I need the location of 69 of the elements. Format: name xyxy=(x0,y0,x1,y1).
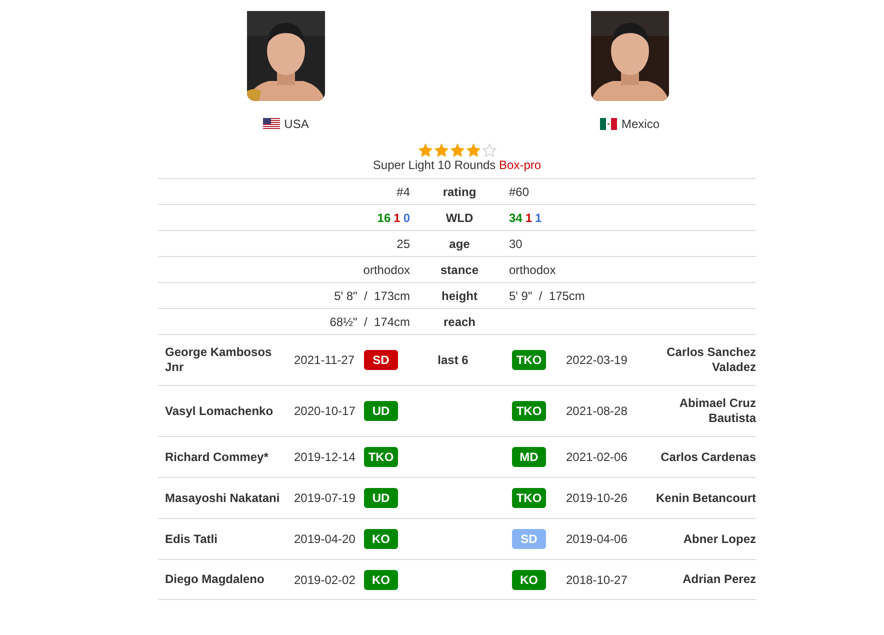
star-icon xyxy=(482,143,496,158)
fight-date: 2021-11-27 xyxy=(294,353,356,367)
opponent-name: George Kambosos Jnr xyxy=(164,345,273,375)
opponent-name: Richard Commey* xyxy=(164,450,270,464)
opponent-name: Carlos Cardenas xyxy=(660,450,756,464)
result-badge: SD xyxy=(364,350,398,370)
stat-label: stance xyxy=(439,262,480,276)
fight-date: 2019-12-14 xyxy=(294,450,356,464)
opponent-name: Abimael Cruz Bautista xyxy=(678,396,756,426)
stat-label: reach xyxy=(442,314,477,328)
result-badge: TKO xyxy=(364,447,398,467)
opponent-name: Masayoshi Nakatani xyxy=(164,490,281,506)
stat-value: orthodox xyxy=(509,262,557,276)
stat-value: 68½" / 174cm xyxy=(328,314,410,328)
flag-icon xyxy=(600,118,618,130)
result-badge: UD xyxy=(364,401,398,421)
fight-date: 2019-07-19 xyxy=(294,491,356,505)
result-badge: TKO xyxy=(512,401,546,421)
country-name: USA xyxy=(284,117,309,131)
losses-count: 1 xyxy=(394,210,400,224)
star-icon xyxy=(418,143,432,158)
draws-count: 1 xyxy=(535,210,542,224)
result-badge: SD xyxy=(512,529,546,549)
stat-value: 25 xyxy=(396,236,410,250)
fight-date: 2019-04-06 xyxy=(565,532,628,546)
wins-count: 16 xyxy=(377,210,391,224)
result-badge: TKO xyxy=(512,488,546,508)
opponent-name: Diego Magdaleno xyxy=(164,572,266,587)
stat-value: orthodox xyxy=(362,262,410,276)
opponent-name: Carlos Sanchez Valadez xyxy=(666,345,756,375)
opponent-name: Edis Tatli xyxy=(164,532,218,546)
star-icon xyxy=(434,143,448,158)
fight-date: 2020-10-17 xyxy=(294,404,356,418)
fight-date: 2018-10-27 xyxy=(565,572,628,586)
fight-date: 2021-02-06 xyxy=(565,450,628,464)
stat-value: 5' 9" / 175cm xyxy=(509,288,586,302)
opponent-name: Adrian Perez xyxy=(682,572,756,587)
losses-count: 1 xyxy=(525,210,532,224)
fight-date: 2019-04-20 xyxy=(294,532,356,546)
stat-value: #60 xyxy=(509,184,530,198)
stat-label: age xyxy=(448,236,471,250)
fight-date: 2022-03-19 xyxy=(565,353,628,367)
stat-label: rating xyxy=(442,184,478,198)
star-icon xyxy=(466,143,480,158)
flag-icon xyxy=(263,118,280,130)
opponent-name: Kenin Betancourt xyxy=(654,490,756,506)
result-badge: MD xyxy=(512,447,546,467)
stat-value: #4 xyxy=(396,184,410,198)
source-link[interactable]: Box-pro xyxy=(499,158,542,172)
result-badge: KO xyxy=(364,529,398,549)
bout-description: Super Light 10 Rounds Box-pro xyxy=(372,158,542,174)
opponent-name: Abner Lopez xyxy=(682,532,756,546)
opponent-name: Vasyl Lomachenko xyxy=(164,404,274,418)
fight-date: 2019-02-02 xyxy=(294,572,356,586)
stat-label: WLD xyxy=(444,210,474,224)
result-badge: TKO xyxy=(512,350,546,370)
result-badge: UD xyxy=(364,488,398,508)
fight-date: 2021-08-28 xyxy=(565,404,628,418)
wins-count: 34 xyxy=(509,210,522,224)
section-label: last 6 xyxy=(436,353,470,367)
draws-count: 0 xyxy=(403,210,410,224)
stat-value: 5' 8" / 173cm xyxy=(333,288,410,302)
stat-value: 30 xyxy=(509,236,524,250)
result-badge: KO xyxy=(512,570,546,590)
result-badge: KO xyxy=(364,570,398,590)
country-name: Mexico xyxy=(621,117,660,131)
star-icon xyxy=(450,143,464,158)
stat-label: height xyxy=(440,288,478,302)
fight-date: 2019-10-26 xyxy=(565,491,628,505)
